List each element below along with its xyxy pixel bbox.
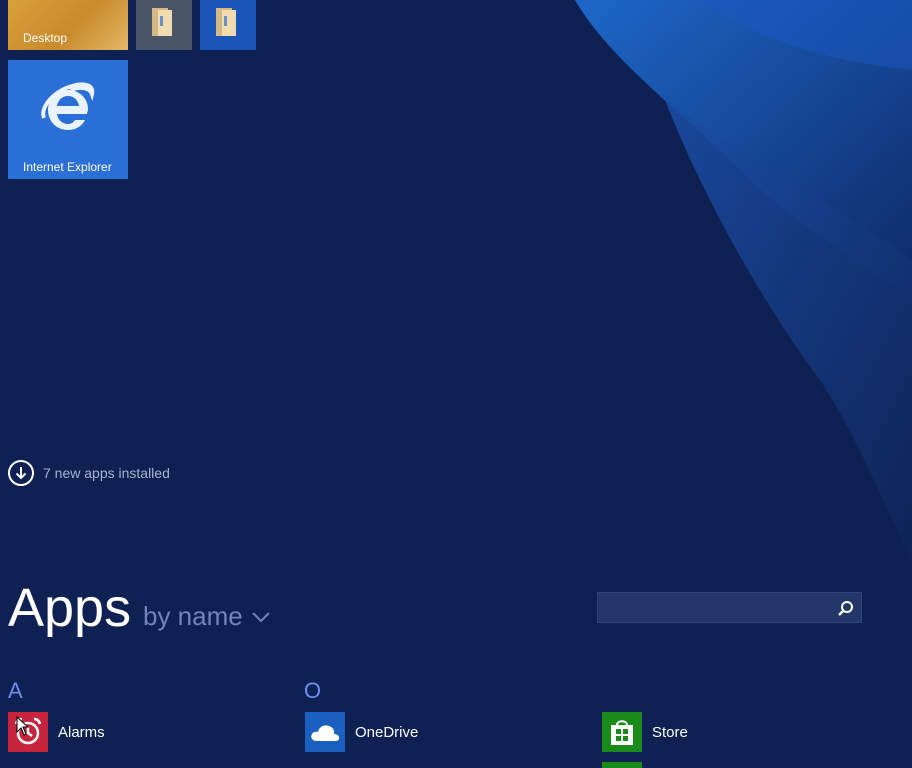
app-name-store: Store	[652, 723, 688, 741]
internet-explorer-tile[interactable]: Internet Explorer	[8, 60, 128, 179]
group-letter-a[interactable]: A	[8, 678, 23, 704]
search-icon[interactable]	[837, 600, 854, 617]
store-bag-icon	[602, 712, 642, 752]
app-name-alarms: Alarms	[58, 723, 105, 741]
ie-tile-label: Internet Explorer	[23, 160, 112, 174]
apps-title: Apps	[8, 578, 132, 638]
folder-tile[interactable]	[200, 0, 256, 50]
sort-label: by name	[143, 601, 243, 631]
file-explorer-tile[interactable]	[136, 0, 192, 50]
app-item-onedrive[interactable]: OneDrive	[305, 712, 418, 752]
app-item-store[interactable]: Store	[602, 712, 688, 752]
group-letter-o[interactable]: O	[304, 678, 321, 704]
sort-dropdown[interactable]: by name	[143, 601, 271, 632]
alarm-icon	[8, 712, 48, 752]
cloud-icon	[305, 712, 345, 752]
background-swoosh	[575, 0, 912, 560]
desktop-tile[interactable]: Desktop	[8, 0, 128, 50]
folder-icon	[216, 8, 236, 36]
internet-explorer-icon	[41, 82, 95, 130]
folder-icon	[152, 8, 172, 36]
desktop-tile-label: Desktop	[23, 31, 68, 45]
app-name-onedrive: OneDrive	[355, 723, 419, 741]
new-apps-text: 7 new apps installed	[43, 465, 170, 481]
partial-app-icon[interactable]	[602, 762, 642, 768]
arrow-down-circle-icon	[8, 460, 34, 486]
app-item-alarms[interactable]: Alarms	[8, 712, 105, 752]
chevron-down-icon	[252, 611, 270, 622]
search-input[interactable]	[597, 592, 862, 623]
new-apps-notification[interactable]: 7 new apps installed	[8, 460, 170, 486]
